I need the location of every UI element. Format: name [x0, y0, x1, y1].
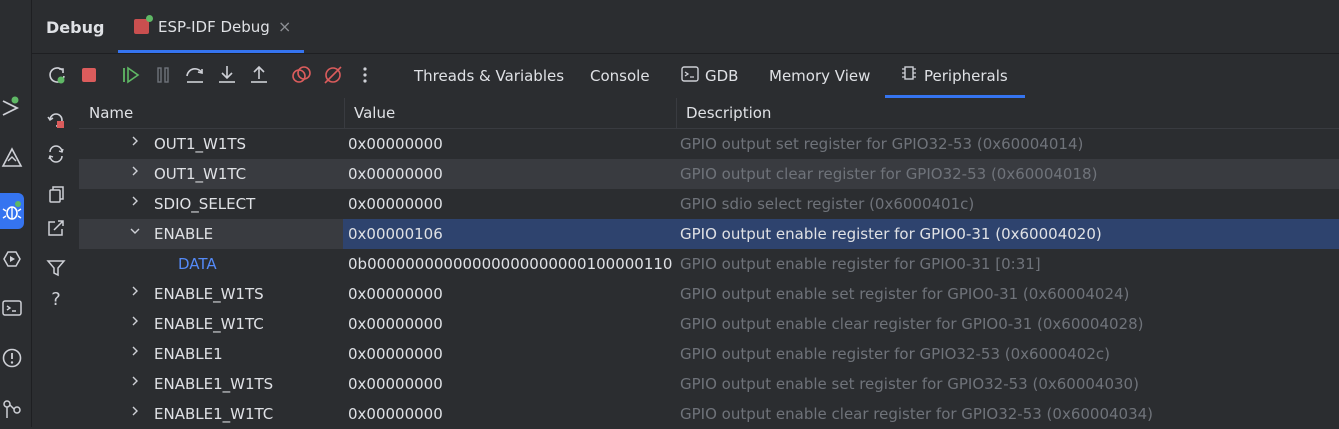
table-row[interactable]: ENABLE_W1TS 0x00000000 GPIO output enable …: [79, 279, 1339, 309]
row-value[interactable]: 0x00000106: [348, 219, 443, 249]
row-name: ENABLE: [154, 225, 214, 243]
warning-icon[interactable]: [0, 146, 24, 174]
row-name: ENABLE1: [154, 345, 223, 363]
row-description: GPIO output enable register for GPIO0-31…: [680, 225, 1102, 243]
row-description: GPIO output set register for GPIO32-53 (…: [680, 135, 1084, 153]
table-row[interactable]: OUT1_W1TC 0x00000000 GPIO output clear reg…: [79, 159, 1339, 189]
debug-header: Debug ESP-IDF Debug ×: [32, 0, 1339, 54]
export-icon[interactable]: [46, 218, 66, 238]
chevron-down-icon[interactable]: [129, 219, 141, 249]
row-name: ENABLE1_W1TC: [154, 405, 274, 423]
deploy-icon[interactable]: [0, 248, 24, 276]
row-value[interactable]: 0x00000000: [348, 369, 443, 399]
chevron-right-icon[interactable]: [129, 159, 141, 189]
panel-title: Debug: [46, 18, 105, 37]
row-value[interactable]: 0x00000000: [348, 129, 443, 159]
tab-gdb-label: GDB: [705, 67, 739, 85]
peripheral-tools: ?: [32, 98, 79, 427]
esp-chip-icon: [134, 15, 153, 34]
row-name: OUT1_W1TS: [154, 135, 247, 153]
row-value[interactable]: 0x00000000: [348, 159, 443, 189]
column-divider[interactable]: [344, 98, 345, 128]
table-row[interactable]: SDIO_SELECT 0x00000000 GPIO sdio select re…: [79, 189, 1339, 219]
row-value[interactable]: 0x00000000: [348, 189, 443, 219]
row-description: GPIO output enable set register for GPIO…: [680, 285, 1130, 303]
table-row[interactable]: ENABLE 0x00000106 GPIO output enable regis…: [79, 219, 1339, 249]
chevron-right-icon[interactable]: [129, 189, 141, 219]
gdb-terminal-icon: [681, 55, 699, 99]
row-name: ENABLE1_W1TS: [154, 375, 274, 393]
pause-icon[interactable]: [152, 64, 174, 86]
refresh-icon[interactable]: [46, 144, 66, 164]
session-tab[interactable]: ESP-IDF Debug ×: [118, 0, 304, 53]
resume-icon[interactable]: [120, 64, 142, 86]
tab-peripherals-label: Peripherals: [924, 67, 1008, 85]
chevron-right-icon[interactable]: [129, 399, 141, 429]
row-name: SDIO_SELECT: [154, 195, 256, 213]
row-description: GPIO output enable register for GPIO32-5…: [680, 345, 1110, 363]
terminal-icon[interactable]: [0, 297, 24, 325]
row-value[interactable]: 0x00000000: [348, 279, 443, 309]
help-icon[interactable]: ?: [46, 290, 66, 310]
row-description: GPIO output enable clear register for GP…: [680, 315, 1144, 333]
rerun-icon[interactable]: [46, 64, 68, 86]
debug-icon[interactable]: [0, 193, 24, 229]
chip-icon: [900, 55, 918, 99]
step-over-icon[interactable]: [184, 64, 206, 86]
debug-toolbar: Threads & Variables Console GDB Memory V…: [32, 54, 1339, 99]
column-header-name[interactable]: Name: [89, 98, 133, 128]
table-row[interactable]: ENABLE_W1TC 0x00000000 GPIO output enable …: [79, 309, 1339, 339]
run-icon[interactable]: [0, 96, 24, 124]
problems-icon[interactable]: [0, 347, 24, 375]
row-name: ENABLE_W1TS: [154, 285, 264, 303]
session-tab-label: ESP-IDF Debug: [158, 18, 270, 36]
table-row[interactable]: ENABLE1 0x00000000 GPIO output enable regi…: [79, 339, 1339, 369]
table-header: Name Value Description: [79, 98, 1339, 129]
row-value[interactable]: 0x00000000: [348, 309, 443, 339]
row-value[interactable]: 0b00000000000000000000000100000110: [348, 249, 672, 279]
activity-bar: [0, 0, 32, 427]
chevron-right-icon[interactable]: [129, 279, 141, 309]
tab-peripherals[interactable]: Peripherals: [898, 54, 1010, 98]
row-description: GPIO output enable register for GPIO0-31…: [680, 255, 1041, 273]
step-into-icon[interactable]: [216, 64, 238, 86]
column-header-description[interactable]: Description: [686, 98, 771, 128]
chevron-right-icon[interactable]: [129, 309, 141, 339]
reset-icon[interactable]: [46, 110, 66, 130]
row-value[interactable]: 0x00000000: [348, 399, 443, 429]
column-divider[interactable]: [676, 98, 677, 128]
tab-memory-view[interactable]: Memory View: [767, 54, 872, 98]
table-row[interactable]: ENABLE1_W1TS 0x00000000 GPIO output enable…: [79, 369, 1339, 399]
tab-gdb[interactable]: GDB: [679, 54, 740, 98]
peripherals-table: Name Value Description OUT1_W1TS 0x000000…: [79, 98, 1339, 427]
chevron-right-icon[interactable]: [129, 129, 141, 159]
table-row[interactable]: OUT1_W1TS 0x00000000 GPIO output set regis…: [79, 129, 1339, 159]
row-description: GPIO output clear register for GPIO32-53…: [680, 165, 1098, 183]
row-name: ENABLE_W1TC: [154, 315, 264, 333]
step-out-icon[interactable]: [248, 64, 270, 86]
more-icon[interactable]: [354, 64, 376, 86]
mute-breakpoints-icon[interactable]: [322, 64, 344, 86]
row-description: GPIO output enable clear register for GP…: [680, 405, 1154, 423]
row-description: GPIO sdio select register (0x6000401c): [680, 195, 975, 213]
chevron-right-icon[interactable]: [129, 369, 141, 399]
git-icon[interactable]: [0, 396, 24, 424]
row-value[interactable]: 0x00000000: [348, 339, 443, 369]
filter-icon[interactable]: [46, 258, 66, 278]
column-header-value[interactable]: Value: [354, 98, 395, 128]
row-description: GPIO output enable set register for GPIO…: [680, 375, 1139, 393]
chevron-right-icon[interactable]: [129, 339, 141, 369]
active-tab-indicator: [118, 50, 304, 53]
tab-console[interactable]: Console: [588, 54, 652, 98]
row-name: DATA: [178, 255, 217, 273]
tab-threads-variables[interactable]: Threads & Variables: [412, 54, 566, 98]
close-icon[interactable]: ×: [278, 17, 291, 36]
stop-icon[interactable]: [78, 64, 100, 86]
row-name: OUT1_W1TC: [154, 165, 247, 183]
table-row[interactable]: DATA 0b00000000000000000000000100000110 GP…: [79, 249, 1339, 279]
view-breakpoints-icon[interactable]: [290, 64, 312, 86]
copy-icon[interactable]: [46, 184, 66, 204]
table-row[interactable]: ENABLE1_W1TC 0x00000000 GPIO output enable…: [79, 399, 1339, 429]
